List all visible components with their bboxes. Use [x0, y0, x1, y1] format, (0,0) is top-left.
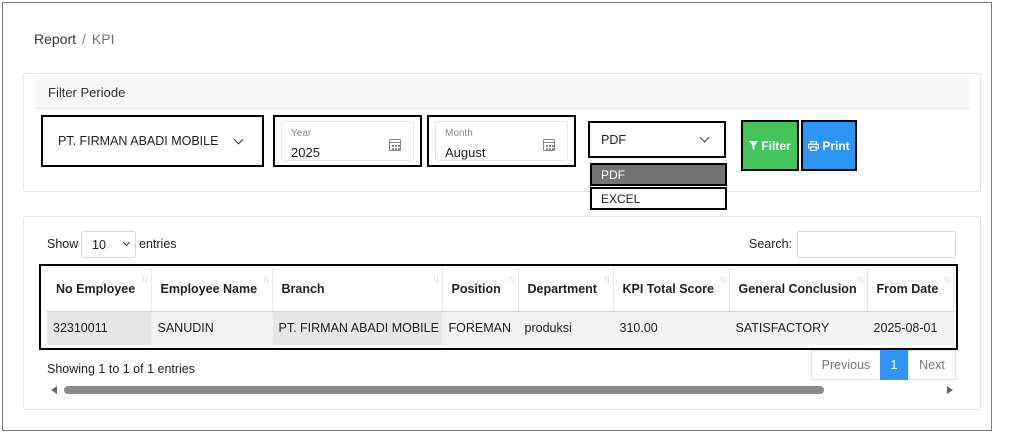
- entries-label: entries: [139, 237, 177, 251]
- cell-department: produksi: [518, 311, 614, 345]
- pagination-next[interactable]: Next: [908, 350, 956, 380]
- format-option-pdf[interactable]: PDF: [590, 163, 727, 186]
- print-button[interactable]: Print: [801, 120, 857, 171]
- page-length-select[interactable]: 10: [81, 231, 136, 258]
- filter-card-header: Filter Periode: [35, 76, 970, 109]
- scroll-left-icon[interactable]: [51, 386, 57, 394]
- column-header-employee-name[interactable]: Employee Name ↑↓: [151, 267, 273, 312]
- cell-employee-name: SANUDIN: [151, 311, 273, 345]
- sort-icon: ↑↓: [432, 274, 440, 284]
- show-label: Show: [47, 237, 79, 251]
- cell-from-date: 2025-08-01: [867, 311, 954, 345]
- breadcrumb-separator: /: [82, 31, 86, 47]
- search-input[interactable]: [797, 231, 956, 258]
- month-input[interactable]: Month August: [435, 121, 568, 161]
- table-row[interactable]: 32310011 SANUDIN PT. FIRMAN ABADI MOBILE…: [47, 311, 954, 345]
- scrollbar-thumb[interactable]: [64, 386, 824, 394]
- sort-icon: ↑↓: [857, 274, 865, 284]
- column-header-branch[interactable]: Branch ↑↓: [272, 267, 443, 312]
- print-button-label: Print: [822, 138, 850, 153]
- column-header-general-conclusion[interactable]: General Conclusion ↑↓: [729, 267, 868, 312]
- month-value: August: [445, 145, 486, 160]
- column-header-department[interactable]: Department ↑↓: [518, 267, 614, 312]
- month-label: Month: [445, 128, 473, 139]
- print-icon: [808, 140, 820, 151]
- breadcrumb: Report / KPI: [34, 31, 115, 47]
- breadcrumb-parent[interactable]: Report: [34, 31, 76, 47]
- pagination-page-1[interactable]: 1: [880, 350, 908, 380]
- cell-general-conclusion: SATISFACTORY: [729, 311, 868, 345]
- company-select-value: PT. FIRMAN ABADI MOBILE: [58, 134, 219, 148]
- month-field[interactable]: Month August: [427, 115, 576, 167]
- year-value: 2025: [291, 145, 320, 160]
- format-option-excel[interactable]: EXCEL: [590, 187, 727, 210]
- scroll-right-icon[interactable]: [947, 386, 953, 394]
- table-info: Showing 1 to 1 of 1 entries: [47, 362, 196, 376]
- table-header-row: No Employee ↑↓ Employee Name ↑↓ Branch ↑↓ P…: [47, 267, 954, 312]
- year-input[interactable]: Year 2025: [281, 121, 414, 161]
- filter-card-title: Filter Periode: [48, 85, 126, 100]
- search-label: Search:: [749, 237, 793, 251]
- horizontal-scrollbar[interactable]: [48, 385, 956, 395]
- kpi-table: No Employee ↑↓ Employee Name ↑↓ Branch ↑↓ P…: [47, 267, 954, 345]
- sort-icon: ↑↓: [508, 274, 516, 284]
- column-header-kpi-total-score[interactable]: KPI Total Score ↑↓: [613, 267, 730, 312]
- column-header-no-employee[interactable]: No Employee ↑↓: [47, 267, 152, 312]
- format-select-value: PDF: [601, 133, 626, 147]
- sort-icon: ↑↓: [943, 274, 951, 284]
- column-header-from-date[interactable]: From Date ↑↓: [867, 267, 954, 312]
- cell-position: FOREMAN: [442, 311, 519, 345]
- cell-no-employee: 32310011: [47, 311, 152, 345]
- sort-icon: ↑↓: [262, 274, 270, 284]
- filter-button-label: Filter: [761, 138, 791, 153]
- sort-icon: ↑↓: [719, 274, 727, 284]
- cell-kpi-total-score: 310.00: [613, 311, 730, 345]
- chevron-down-icon: [122, 238, 131, 247]
- chevron-down-icon: [233, 134, 244, 145]
- pagination-previous[interactable]: Previous: [811, 350, 881, 380]
- filter-icon: [749, 141, 759, 150]
- column-header-position[interactable]: Position ↑↓: [442, 267, 519, 312]
- filter-button[interactable]: Filter: [741, 120, 799, 171]
- year-label: Year: [291, 128, 312, 139]
- year-field[interactable]: Year 2025: [273, 115, 422, 167]
- company-select[interactable]: PT. FIRMAN ABADI MOBILE: [41, 115, 264, 167]
- chevron-down-icon: [699, 132, 710, 143]
- sort-icon: ↑↓: [141, 274, 149, 284]
- calendar-icon[interactable]: [543, 139, 555, 151]
- cell-branch: PT. FIRMAN ABADI MOBILE: [272, 311, 443, 345]
- calendar-icon[interactable]: [389, 139, 401, 151]
- sort-icon: ↑↓: [603, 274, 611, 284]
- page-length-value: 10: [92, 238, 106, 252]
- breadcrumb-current: KPI: [91, 31, 115, 47]
- format-select[interactable]: PDF: [588, 121, 726, 158]
- kpi-table-wrapper: No Employee ↑↓ Employee Name ↑↓ Branch ↑↓ P…: [39, 264, 958, 350]
